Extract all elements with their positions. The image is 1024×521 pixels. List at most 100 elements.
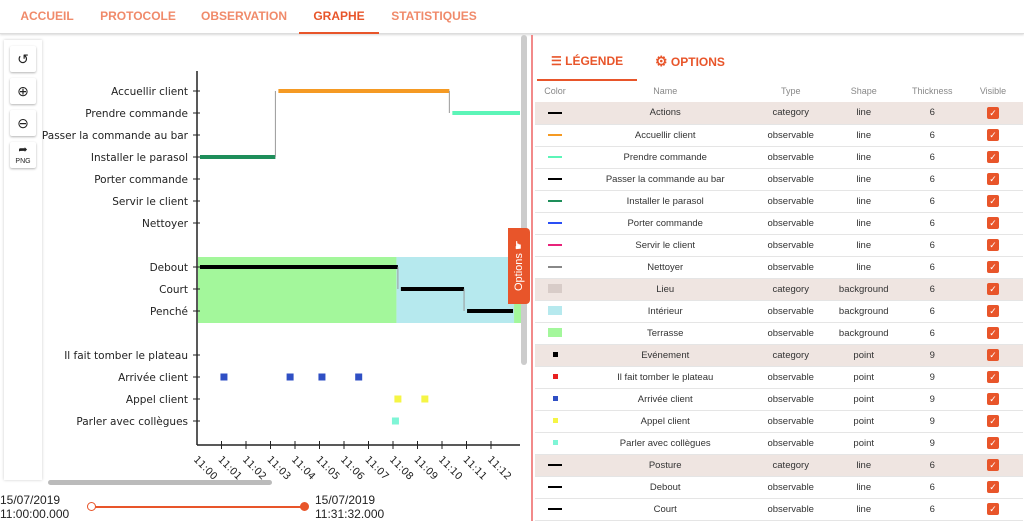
shape-cell: point — [826, 410, 902, 433]
color-swatch-cell[interactable] — [535, 146, 575, 169]
color-swatch-cell[interactable] — [535, 168, 575, 191]
name-cell: Arrivée client — [575, 388, 756, 411]
time-range-slider[interactable] — [91, 506, 304, 508]
color-swatch[interactable] — [548, 243, 562, 246]
event-point — [391, 417, 399, 425]
tab-statistiques[interactable]: STATISTIQUES — [388, 0, 480, 34]
color-swatch[interactable] — [548, 284, 562, 294]
visible-cell: ✓ — [963, 190, 1023, 213]
visible-checkbox[interactable]: ✓ — [987, 503, 999, 515]
thickness-cell: 6 — [901, 146, 963, 169]
vertical-scrollbar[interactable] — [521, 35, 527, 365]
color-swatch-cell[interactable] — [535, 234, 575, 257]
visible-checkbox[interactable]: ✓ — [987, 305, 999, 317]
slider-end-handle[interactable] — [300, 502, 309, 511]
color-swatch-cell[interactable] — [535, 300, 575, 323]
color-swatch[interactable] — [548, 221, 562, 224]
color-swatch[interactable] — [548, 507, 562, 510]
color-swatch-cell[interactable] — [535, 410, 575, 433]
legend-row: Passer la commande au bar observable lin… — [535, 168, 1023, 191]
name-cell: Nettoyer — [575, 256, 756, 279]
visible-checkbox[interactable]: ✓ — [987, 195, 999, 207]
color-swatch[interactable] — [548, 463, 562, 466]
visible-cell: ✓ — [963, 366, 1023, 389]
color-swatch-cell[interactable] — [535, 498, 575, 521]
y-tick-label: Il fait tomber le plateau — [64, 350, 188, 362]
shape-cell: line — [826, 124, 902, 147]
visible-checkbox[interactable]: ✓ — [987, 481, 999, 493]
start-time: 11:00:00.000 — [0, 507, 70, 521]
color-swatch[interactable] — [548, 265, 562, 268]
color-swatch-cell[interactable] — [535, 124, 575, 147]
visible-checkbox[interactable]: ✓ — [987, 327, 999, 339]
visible-checkbox[interactable]: ✓ — [987, 217, 999, 229]
y-tick-label: Parler avec collègues — [76, 416, 188, 428]
tab-legende[interactable]: ☰ LÉGENDE — [537, 47, 637, 81]
visible-checkbox[interactable]: ✓ — [987, 393, 999, 405]
color-swatch[interactable] — [548, 328, 562, 338]
color-swatch-cell[interactable] — [535, 344, 575, 367]
color-swatch[interactable] — [552, 352, 558, 358]
color-swatch[interactable] — [552, 374, 558, 380]
color-swatch-cell[interactable] — [535, 388, 575, 411]
category-row: Evénement category point 9 ✓ — [535, 344, 1023, 367]
thickness-cell: 9 — [901, 432, 963, 455]
shape-cell: point — [826, 366, 902, 389]
type-cell: observable — [755, 190, 827, 213]
type-cell: observable — [755, 300, 827, 323]
color-swatch[interactable] — [552, 396, 558, 402]
timeline-chart[interactable]: Accuellir client Prendre commande Passer l… — [0, 35, 530, 485]
color-swatch[interactable] — [548, 133, 562, 136]
color-swatch-cell[interactable] — [535, 256, 575, 279]
type-cell: observable — [755, 234, 827, 257]
color-swatch-cell[interactable] — [535, 476, 575, 499]
color-swatch-cell[interactable] — [535, 454, 575, 477]
tab-options[interactable]: ⚙ OPTIONS — [655, 47, 725, 81]
visible-checkbox[interactable]: ✓ — [987, 173, 999, 185]
visible-checkbox[interactable]: ✓ — [987, 415, 999, 427]
legend-row: Intérieur observable background 6 ✓ — [535, 300, 1023, 323]
visible-checkbox[interactable]: ✓ — [987, 129, 999, 141]
visible-checkbox[interactable]: ✓ — [987, 459, 999, 471]
color-swatch[interactable] — [548, 111, 562, 114]
visible-checkbox[interactable]: ✓ — [987, 283, 999, 295]
visible-checkbox[interactable]: ✓ — [987, 151, 999, 163]
shape-cell: point — [826, 388, 902, 411]
visible-checkbox[interactable]: ✓ — [987, 261, 999, 273]
color-swatch[interactable] — [548, 306, 562, 316]
color-swatch[interactable] — [548, 177, 562, 180]
color-swatch-cell[interactable] — [535, 190, 575, 213]
visible-checkbox[interactable]: ✓ — [987, 349, 999, 361]
color-swatch-cell[interactable] — [535, 322, 575, 345]
tab-graphe[interactable]: GRAPHE — [299, 0, 379, 34]
tab-observation[interactable]: OBSERVATION — [196, 0, 292, 34]
color-swatch-cell[interactable] — [535, 212, 575, 235]
tab-protocole[interactable]: PROTOCOLE — [96, 0, 180, 34]
shape-cell: line — [826, 102, 902, 125]
horizontal-scrollbar[interactable] — [48, 480, 272, 485]
visible-checkbox[interactable]: ✓ — [987, 371, 999, 383]
color-swatch[interactable] — [548, 199, 562, 202]
color-swatch-cell[interactable] — [535, 366, 575, 389]
visible-checkbox[interactable]: ✓ — [987, 437, 999, 449]
color-swatch[interactable] — [552, 418, 558, 424]
visible-checkbox[interactable]: ✓ — [987, 106, 999, 119]
visible-cell: ✓ — [963, 256, 1023, 279]
shape-cell: line — [826, 168, 902, 191]
visible-checkbox[interactable]: ✓ — [987, 239, 999, 251]
color-swatch-cell[interactable] — [535, 278, 575, 301]
legend-row: Porter commande observable line 6 ✓ — [535, 212, 1023, 235]
color-swatch-cell[interactable] — [535, 102, 575, 125]
color-swatch[interactable] — [548, 155, 562, 158]
options-drawer-tab[interactable]: Options ☛ — [508, 228, 530, 304]
visible-cell: ✓ — [963, 322, 1023, 345]
thickness-cell: 6 — [901, 300, 963, 323]
slider-start-handle[interactable] — [87, 502, 96, 511]
x-tick-label: 11:00 — [191, 454, 219, 482]
shape-cell: line — [826, 234, 902, 257]
tab-accueil[interactable]: ACCUEIL — [16, 0, 78, 34]
color-swatch-cell[interactable] — [535, 432, 575, 455]
color-swatch[interactable] — [552, 440, 558, 446]
x-tick-label: 11:02 — [240, 454, 268, 482]
color-swatch[interactable] — [548, 485, 562, 488]
